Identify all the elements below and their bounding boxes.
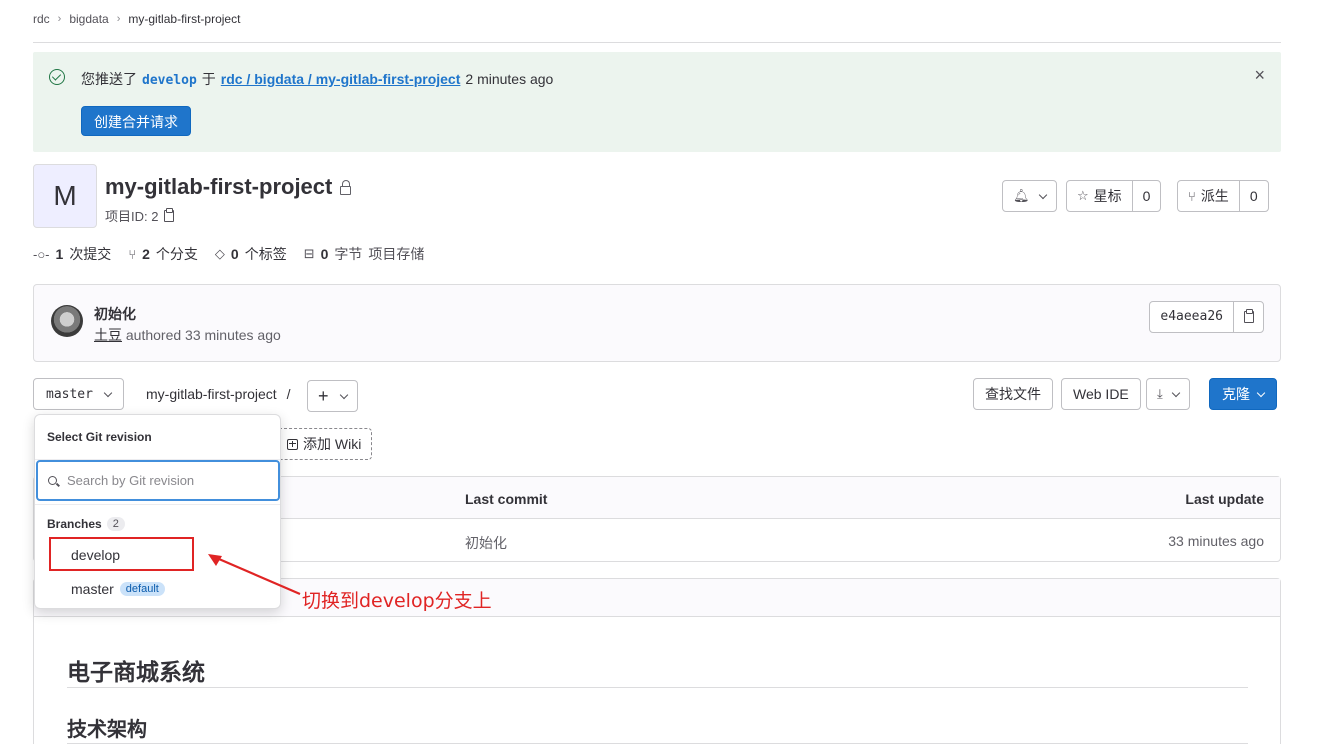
alert-branch: develop (142, 73, 197, 88)
alert-project-link[interactable]: rdc / bigdata / my-gitlab-first-project (221, 71, 461, 87)
bell-icon: 🔔︎ (1013, 188, 1030, 203)
branches-count: 2 (106, 517, 125, 531)
copy-sha-button[interactable] (1233, 302, 1263, 332)
create-merge-request-button[interactable]: 创建合并请求 (81, 106, 191, 136)
readme-h1: 电子商城系统 (67, 659, 205, 685)
star-icon: ☆ (1077, 188, 1089, 203)
page-title: my-gitlab-first-project (105, 174, 352, 200)
close-icon[interactable]: × (1254, 64, 1265, 86)
breadcrumb-rdc[interactable]: rdc (33, 12, 50, 26)
plus-icon: + (318, 386, 329, 406)
chevron-down-icon (1256, 388, 1266, 397)
commit-meta: 土豆 authored 33 minutes ago (94, 327, 281, 343)
chevron-down-icon (1171, 388, 1180, 397)
last-commit-box: 初始化 土豆 authored 33 minutes ago e4aeea26 (33, 284, 1281, 362)
add-wiki-button[interactable]: 添加 Wiki (279, 428, 373, 460)
col-last-update: Last update (1185, 491, 1264, 507)
annotation-text: 切换到develop分支上 (302, 590, 492, 612)
repo-path-root[interactable]: my-gitlab-first-project (146, 386, 277, 402)
clone-button[interactable]: 克隆 (1209, 378, 1277, 410)
search-input[interactable] (67, 473, 257, 488)
plus-square-icon (287, 438, 298, 450)
project-name: my-gitlab-first-project (105, 174, 333, 199)
divider (33, 42, 1281, 43)
download-icon: ⤓ (1157, 386, 1163, 401)
row-update: 33 minutes ago (1168, 533, 1264, 549)
chevron-down-icon (339, 390, 348, 399)
project-stats: -○- 1 次提交 ⑂ 2 个分支 ◇ 0 个标签 ⊟ 0 字节 项目存储 (33, 244, 424, 264)
star-count[interactable]: 0 (1131, 181, 1161, 211)
author-avatar[interactable] (51, 305, 83, 337)
commit-icon: -○- (33, 246, 50, 262)
chevron-right-icon: › (57, 13, 62, 25)
search-icon (48, 476, 57, 485)
branches-group: Branches 2 (47, 517, 125, 531)
row-commit[interactable]: 初始化 (465, 533, 507, 553)
lock-icon (340, 179, 352, 195)
dropdown-title: Select Git revision (47, 430, 152, 444)
copy-icon (1243, 309, 1254, 323)
download-dropdown[interactable]: ⤓ (1146, 378, 1190, 410)
col-last-commit: Last commit (465, 491, 548, 507)
revision-search[interactable] (36, 460, 280, 501)
fork-count[interactable]: 0 (1238, 181, 1268, 211)
commit-sha-text[interactable]: e4aeea26 (1150, 302, 1233, 332)
stat-storage[interactable]: ⊟ 0 字节 项目存储 (304, 244, 425, 264)
web-ide-button[interactable]: Web IDE (1061, 378, 1141, 410)
commit-sha: e4aeea26 (1149, 301, 1264, 333)
alert-time: 2 minutes ago (465, 71, 554, 87)
readme-h2: 技术架构 (67, 719, 147, 741)
push-alert: 您推送了 develop 于 rdc / bigdata / my-gitlab… (33, 52, 1281, 152)
fork-icon: ⑂ (1188, 188, 1196, 204)
check-circle-icon (49, 69, 65, 85)
chevron-right-icon: › (116, 13, 121, 25)
default-badge: default (119, 582, 165, 596)
divider (35, 504, 280, 505)
breadcrumb: rdc › bigdata › my-gitlab-first-project (33, 12, 240, 26)
fork-button[interactable]: ⑂ 派生 0 (1177, 180, 1269, 212)
annotation-arrow (208, 554, 301, 596)
divider (67, 687, 1248, 688)
breadcrumb-project[interactable]: my-gitlab-first-project (128, 12, 240, 26)
branch-icon: ⑂ (128, 246, 137, 262)
find-file-button[interactable]: 查找文件 (973, 378, 1053, 410)
copy-icon[interactable] (164, 207, 175, 222)
notification-button[interactable]: 🔔︎ (1002, 180, 1057, 212)
tag-icon: ◇ (214, 246, 225, 261)
alert-message: 您推送了 develop 于 rdc / bigdata / my-gitlab… (81, 71, 554, 88)
annotation-highlight-box (49, 537, 194, 571)
commit-title[interactable]: 初始化 (94, 304, 136, 324)
chevron-down-icon (1038, 190, 1047, 199)
branch-option-master[interactable]: master default (71, 581, 165, 597)
project-avatar: M (33, 164, 97, 228)
stat-tags[interactable]: ◇ 0 个标签 (215, 244, 287, 264)
chevron-down-icon (103, 388, 113, 397)
star-button[interactable]: ☆ 星标 0 (1066, 180, 1162, 212)
stat-commits[interactable]: -○- 1 次提交 (33, 244, 111, 264)
stat-branches[interactable]: ⑂ 2 个分支 (128, 244, 198, 264)
commit-author[interactable]: 土豆 (94, 327, 122, 343)
branch-selector[interactable]: master (33, 378, 124, 410)
breadcrumb-bigdata[interactable]: bigdata (69, 12, 108, 26)
add-file-dropdown[interactable]: + (307, 380, 358, 412)
repo-path: my-gitlab-first-project / (146, 386, 291, 402)
project-id: 项目ID: 2 (105, 206, 175, 225)
storage-icon: ⊟ (303, 246, 315, 261)
